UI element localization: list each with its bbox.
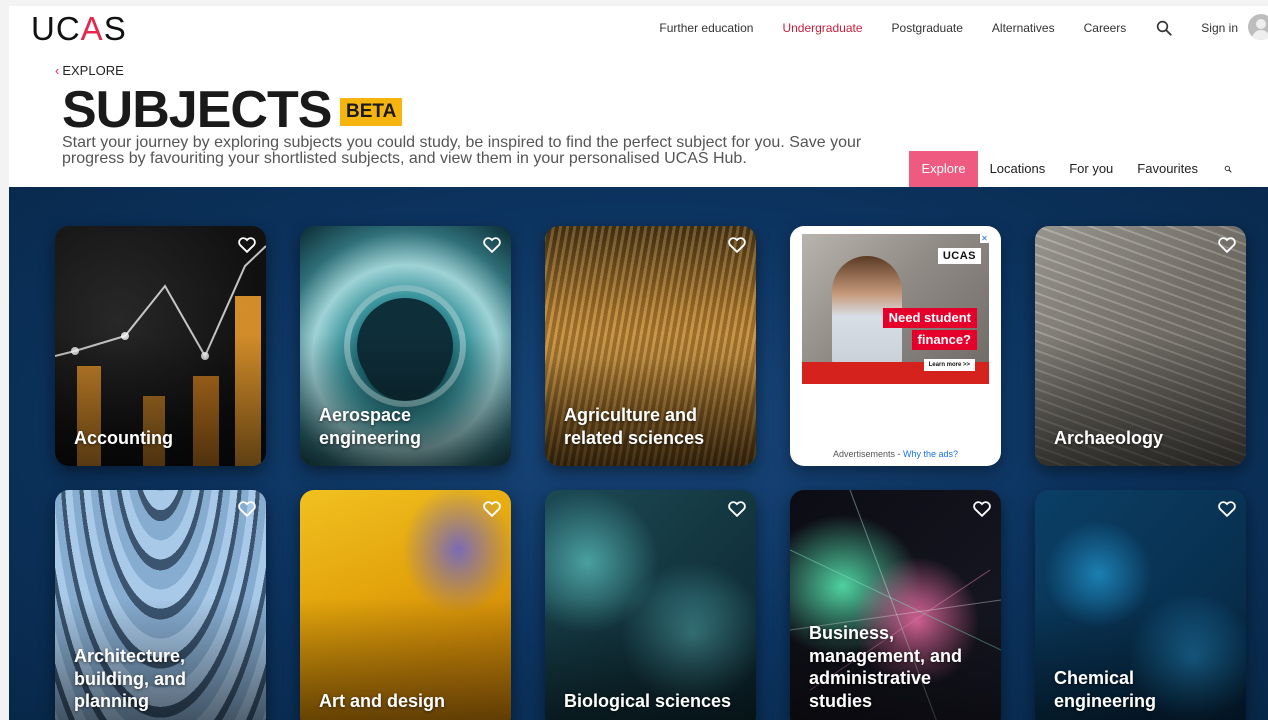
advert-headline-1: Need student [882,308,977,328]
favourite-heart-icon[interactable] [481,497,503,519]
ad-close-icon[interactable]: ✕ [980,234,989,243]
favourite-heart-icon[interactable] [236,497,258,519]
subject-card-chemical-engineering[interactable]: Chemical engineering [1035,490,1246,720]
advert-footer-text: Advertisements - [832,449,903,459]
beta-badge: BETA [340,98,403,126]
card-label: Accounting [74,427,173,448]
favourite-heart-icon[interactable] [971,497,993,519]
advert-image[interactable]: ✕ UCAS Need student finance? Learn more … [802,234,989,384]
subject-card-business[interactable]: Business, management, and administrative… [790,490,1001,720]
nav-alternatives[interactable]: Alternatives [992,19,1055,37]
page: UCAS Further education Undergraduate Pos… [9,6,1268,720]
card-label: Biological sciences [564,691,732,711]
chevron-left-icon: ‹ [55,63,60,78]
top-navigation: Further education Undergraduate Postgrad… [659,14,1268,40]
card-label: Art and design [319,691,446,711]
nav-postgraduate[interactable]: Postgraduate [892,19,963,37]
favourite-heart-icon[interactable] [1216,497,1238,519]
tab-explore[interactable]: Explore [909,151,978,187]
subnav-search-icon[interactable] [1210,162,1268,176]
card-label: Architecture, building, and planning [74,646,186,711]
subject-card-aerospace-engineering[interactable]: Aerospace engineering [300,226,511,466]
favourite-heart-icon[interactable] [726,233,748,255]
nav-careers[interactable]: Careers [1084,19,1127,37]
tab-favourites[interactable]: Favourites [1125,151,1210,187]
subject-subnav: Explore Locations For you Favourites [909,151,1268,187]
nav-undergraduate[interactable]: Undergraduate [782,19,862,37]
sign-in-link[interactable]: Sign in [1201,19,1238,37]
subject-card-architecture[interactable]: Architecture, building, and planning [55,490,266,720]
advert-card[interactable]: ✕ UCAS Need student finance? Learn more … [790,226,1001,466]
card-label: Business, management, and administrative… [809,623,963,711]
tab-for-you[interactable]: For you [1057,151,1125,187]
logo-text-accent: A [80,10,104,47]
logo-text-left: UC [31,10,81,47]
nav-further-education[interactable]: Further education [659,19,753,37]
subject-card-archaeology[interactable]: Archaeology [1035,226,1246,466]
favourite-heart-icon[interactable] [481,233,503,255]
page-title: SUBJECTS [62,81,332,139]
card-label: Archaeology [1054,427,1164,448]
tab-locations[interactable]: Locations [978,151,1058,187]
subject-card-biological-sciences[interactable]: Biological sciences [545,490,756,720]
favourite-heart-icon[interactable] [726,497,748,519]
intro-line-2: progress by favouriting your shortlisted… [62,150,747,167]
breadcrumb-label: EXPLORE [62,63,124,78]
advert-logo: UCAS [937,248,981,264]
ucas-logo[interactable]: UCAS [31,12,127,45]
advert-learn-more-button[interactable]: Learn more >> [923,359,975,371]
card-label: Aerospace engineering [319,405,422,448]
avatar-icon[interactable] [1248,14,1268,40]
logo-text-right: S [103,10,127,47]
advert-headline-2: finance? [911,330,977,350]
breadcrumb-explore[interactable]: ‹ EXPLORE [55,63,124,78]
why-the-ads-link[interactable]: Why the ads? [903,449,958,459]
card-label: Agriculture and related sciences [564,405,705,448]
favourite-heart-icon[interactable] [1216,233,1238,255]
subject-card-accounting[interactable]: Accounting [55,226,266,466]
subject-card-agriculture[interactable]: Agriculture and related sciences [545,226,756,466]
subject-grid: Accounting Aerospace engineering Agricul… [9,187,1268,720]
subject-card-art-and-design[interactable]: Art and design [300,490,511,720]
card-label: Chemical engineering [1054,668,1157,711]
search-icon[interactable] [1155,19,1173,37]
advert-footer: Advertisements - Why the ads? [790,449,1001,459]
intro-text: Start your journey by exploring subjects… [62,135,892,167]
intro-line-1: Start your journey by exploring subjects… [62,134,862,151]
favourite-heart-icon[interactable] [236,233,258,255]
